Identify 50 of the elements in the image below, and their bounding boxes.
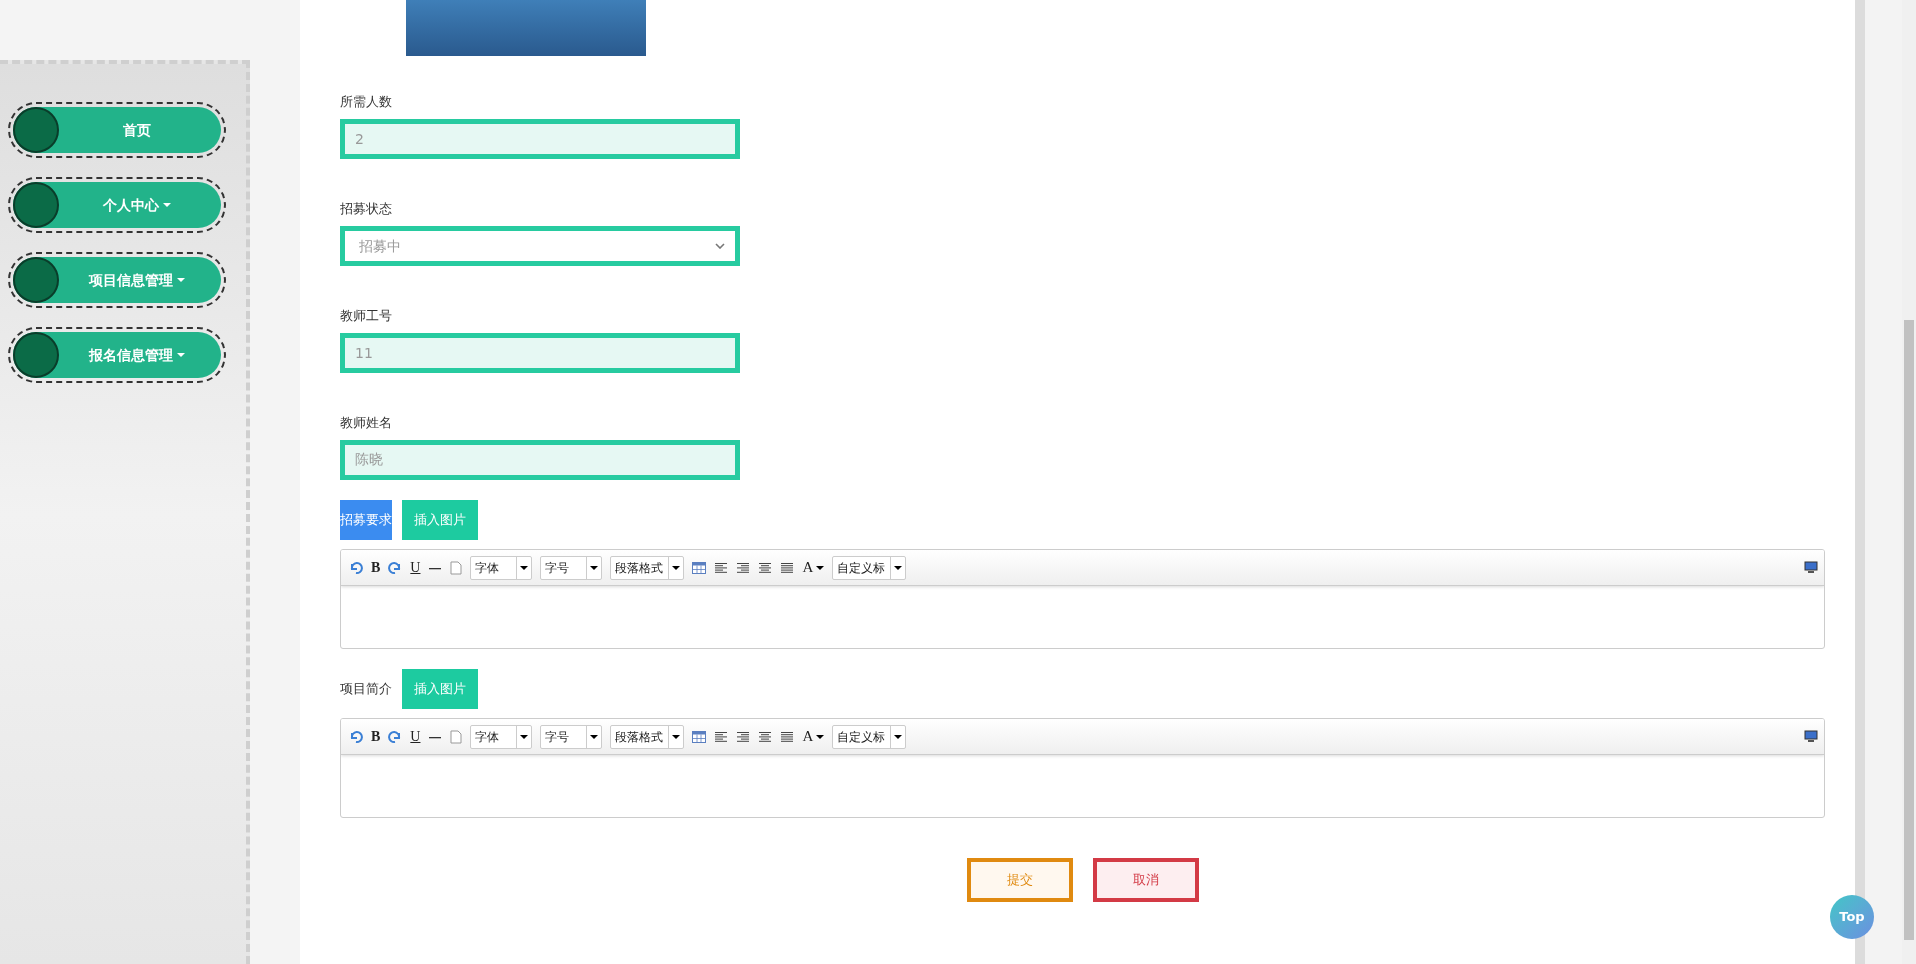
undo-icon[interactable] — [349, 560, 363, 575]
caret-icon — [520, 565, 529, 570]
underline-button[interactable]: U — [410, 726, 421, 747]
editor-label: 招募要求 — [340, 500, 392, 540]
align-justify-icon[interactable] — [780, 730, 795, 743]
dropdown-select[interactable]: 自定义标 — [832, 555, 907, 580]
caret-icon — [816, 734, 825, 739]
bold-button[interactable]: B — [371, 726, 381, 747]
rich-text-editor[interactable]: B U 字体 字号 段落格式 A 自定义标 — [340, 718, 1825, 818]
table-icon[interactable] — [692, 730, 707, 743]
monitor-icon[interactable] — [1804, 561, 1818, 574]
dropdown-select[interactable]: 段落格式 — [610, 555, 685, 580]
align-left-icon[interactable] — [714, 561, 729, 574]
dropdown-select[interactable]: 字体 — [470, 724, 533, 749]
dropdown-select[interactable]: 自定义标 — [832, 724, 907, 749]
caret-icon — [894, 565, 903, 570]
dropdown-select[interactable]: 字号 — [540, 724, 603, 749]
dropdown-select[interactable]: 段落格式 — [610, 724, 685, 749]
redo-icon[interactable] — [388, 560, 403, 575]
caret-icon — [672, 734, 681, 739]
monitor-icon[interactable] — [1804, 730, 1818, 743]
caret-icon — [590, 734, 599, 739]
caret-icon — [894, 734, 903, 739]
align-justify-icon[interactable] — [780, 561, 795, 574]
dropdown-select[interactable]: 字号 — [540, 555, 603, 580]
align-center-icon[interactable] — [758, 561, 773, 574]
font-color-button[interactable]: A — [802, 725, 825, 748]
field-label: 招募状态 — [340, 200, 393, 218]
caret-icon — [520, 734, 529, 739]
align-left-icon[interactable] — [714, 730, 729, 743]
align-right-icon[interactable] — [736, 561, 751, 574]
chevron-down-icon — [715, 243, 725, 249]
caret-icon — [590, 565, 599, 570]
align-right-icon[interactable] — [736, 730, 751, 743]
field-label: 教师姓名 — [340, 414, 393, 432]
cancel-button[interactable]: 取消 — [1092, 858, 1199, 902]
table-icon[interactable] — [692, 561, 707, 574]
caret-icon — [816, 565, 825, 570]
editor-label: 项目简介 — [340, 680, 392, 699]
font-color-button[interactable]: A — [802, 556, 825, 579]
caret-icon — [672, 565, 681, 570]
underline-button[interactable]: U — [410, 557, 421, 578]
field-label: 教师工号 — [340, 307, 393, 325]
field-label: 所需人数 — [340, 93, 393, 111]
align-center-icon[interactable] — [758, 730, 773, 743]
redo-icon[interactable] — [388, 729, 403, 744]
bold-button[interactable]: B — [371, 557, 381, 578]
dropdown-select[interactable]: 字体 — [470, 555, 533, 580]
undo-icon[interactable] — [349, 729, 363, 744]
rich-text-editor[interactable]: B U 字体 字号 段落格式 A 自定义标 — [340, 549, 1825, 649]
